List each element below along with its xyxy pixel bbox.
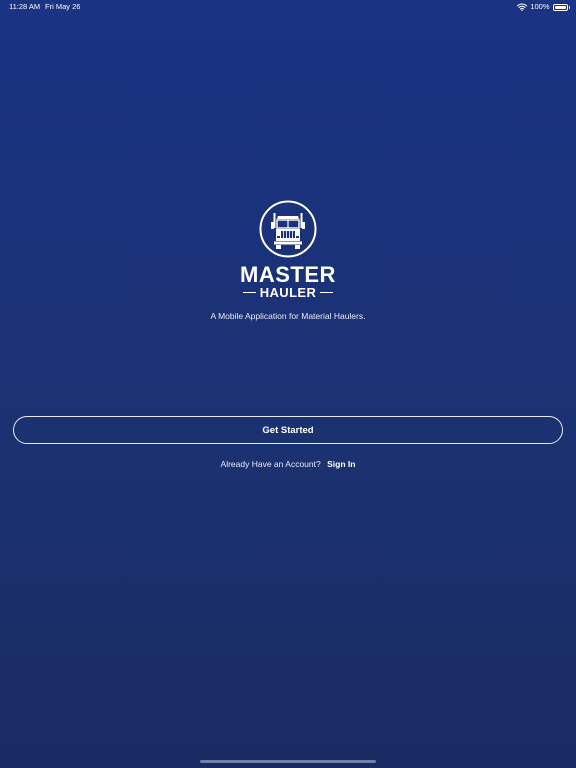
wordmark-line-left [242,292,256,293]
logo-wordmark-hauler-row: HAULER [0,285,576,300]
home-indicator[interactable] [200,760,376,763]
signin-prompt: Already Have an Account? [220,459,321,469]
battery-percent: 100% [530,2,550,11]
signin-row: Already Have an Account? Sign In [0,459,576,469]
logo-wordmark-hauler: HAULER [259,285,317,300]
wifi-icon [517,3,528,11]
truck-icon [259,200,317,258]
battery-icon [552,3,568,11]
app-tagline: A Mobile Application for Material Hauler… [210,311,366,321]
status-bar: 11:28 AM Fri May 26 100% [0,0,576,14]
status-time: 11:28 AM [9,2,41,11]
sign-in-link[interactable]: Sign In [327,459,355,469]
status-date: Fri May 26 [45,2,81,11]
battery-level [554,5,566,9]
get-started-button[interactable]: Get Started [13,416,563,444]
wordmark-line-right [320,292,334,293]
battery-cap [568,5,570,9]
status-indicators: 100% [517,0,570,14]
